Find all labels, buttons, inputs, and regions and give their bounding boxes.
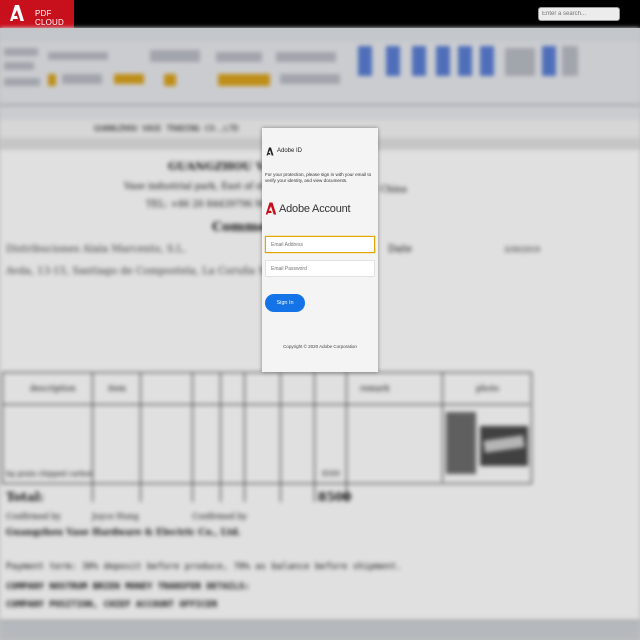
protection-notice: For your protection, please sign in with… [265, 172, 372, 183]
adobe-logo-icon [10, 5, 24, 21]
dialog-header-title: Adobe ID [277, 148, 303, 154]
pdf-cloud-logo[interactable]: PDF CLOUD [0, 0, 74, 28]
password-field[interactable] [265, 260, 375, 277]
adobe-logo-icon [266, 147, 274, 156]
signin-dialog: Adobe ID For your protection, please sig… [262, 128, 378, 372]
email-field[interactable] [265, 236, 375, 253]
adobe-logo-icon [265, 202, 277, 215]
brand-text: PDF CLOUD [35, 9, 65, 27]
search-input[interactable] [538, 7, 620, 21]
sign-in-button[interactable]: Sign In [265, 294, 305, 312]
adobe-account-title: Adobe Account [279, 203, 351, 215]
copyright-text: Copyright © 2020 Adobe Corporation [283, 344, 357, 349]
top-bar: PDF CLOUD [0, 0, 640, 28]
